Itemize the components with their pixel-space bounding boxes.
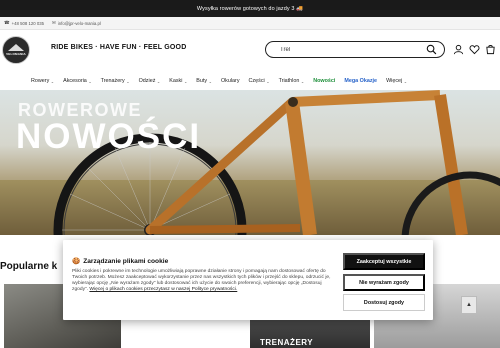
hero-banner[interactable]: ROWEROWE NOWOŚCI bbox=[0, 90, 500, 235]
header: VELOMANIA RIDE BIKES · HAVE FUN · FEEL G… bbox=[0, 30, 500, 70]
user-icon[interactable] bbox=[453, 44, 464, 55]
nav-item-czesci[interactable]: Części ⌄ bbox=[249, 78, 270, 84]
cart-icon[interactable] bbox=[485, 44, 496, 55]
nav-item-odziez[interactable]: Odzież ⌄ bbox=[139, 78, 161, 84]
nav-label: Więcej bbox=[386, 78, 403, 84]
cookie-title: 🍪 Zarządzanie plikami cookie bbox=[72, 257, 169, 266]
nav-label: Odzież bbox=[138, 78, 156, 84]
announcement-bar: Wysyłka rowerów gotowych do jazdy 3 🚚 bbox=[0, 0, 500, 17]
search-icon[interactable] bbox=[426, 44, 437, 55]
nav-item-trenazery[interactable]: Trenażery ⌄ bbox=[101, 78, 130, 84]
nav-label: Akcesoria bbox=[63, 78, 87, 84]
logo-text: VELOMANIA bbox=[6, 52, 26, 56]
chevron-down-icon: ⌄ bbox=[183, 78, 188, 84]
nav-item-nowosci[interactable]: Nowości bbox=[313, 78, 335, 84]
contact-bar: ☎ +48 508 120 035 ✉ info@jpr-velo-mania.… bbox=[0, 17, 500, 30]
email-link[interactable]: ✉ info@jpr-velo-mania.pl bbox=[52, 20, 101, 26]
search-input[interactable] bbox=[280, 46, 420, 53]
chevron-down-icon: ⌄ bbox=[156, 78, 161, 84]
nav-label: Rowery bbox=[31, 78, 50, 84]
nav-label: Mega Okazje bbox=[344, 78, 378, 84]
section-title-popular: Popularne k bbox=[0, 261, 58, 272]
nav-item-kaski[interactable]: Kaski ⌄ bbox=[169, 78, 187, 84]
mountain-icon bbox=[8, 44, 24, 51]
decline-button[interactable]: Nie wyrażam zgody bbox=[343, 274, 425, 291]
email-text: info@jpr-velo-mania.pl bbox=[57, 20, 101, 26]
announcement-text: Wysyłka rowerów gotowych do jazdy 3 🚚 bbox=[196, 5, 304, 12]
category-card-label: TRENAŻERY bbox=[260, 338, 314, 347]
nav-item-buty[interactable]: Buty ⌄ bbox=[196, 78, 212, 84]
slogan: RIDE BIKES · HAVE FUN · FEEL GOOD bbox=[51, 44, 187, 51]
nav-item-rowery[interactable]: Rowery ⌄ bbox=[31, 78, 54, 84]
nav-item-triathlon[interactable]: Triathlon ⌄ bbox=[279, 78, 305, 84]
nav-item-okulary[interactable]: Okulary bbox=[221, 78, 240, 84]
chevron-down-icon: ⌄ bbox=[208, 78, 212, 84]
store-logo[interactable]: VELOMANIA bbox=[2, 36, 30, 64]
nav-item-mega-okazje[interactable]: Mega Okazje bbox=[344, 78, 377, 84]
nav-label: Triathlon bbox=[278, 78, 300, 84]
customize-consent-button[interactable]: Dostosuj zgody bbox=[343, 294, 425, 311]
nav-label: Części bbox=[248, 78, 265, 84]
arrow-up-icon: ▲ bbox=[466, 302, 472, 308]
main-nav: Rowery ⌄ Akcesoria ⌄ Trenażery ⌄ Odzież ⌄ Ka… bbox=[0, 72, 500, 90]
nav-label: Nowości bbox=[313, 78, 336, 84]
mail-icon: ✉ bbox=[52, 20, 56, 25]
chevron-down-icon: ⌄ bbox=[126, 78, 130, 84]
chevron-down-icon: ⌄ bbox=[300, 78, 305, 84]
privacy-policy-link[interactable]: Więcej o plikach cookies przeczytasz w n… bbox=[89, 287, 237, 292]
chevron-down-icon: ⌄ bbox=[266, 78, 270, 84]
cookie-icon: 🍪 bbox=[72, 258, 81, 265]
nav-label: Buty bbox=[196, 78, 208, 84]
chevron-down-icon: ⌄ bbox=[50, 78, 55, 84]
nav-item-wiecej[interactable]: Więcej ⌄ bbox=[386, 78, 407, 84]
phone-icon: ☎ bbox=[4, 20, 10, 25]
accept-all-button[interactable]: Zaakceptuj wszystkie bbox=[343, 253, 425, 270]
scroll-to-top-button[interactable]: ▲ bbox=[461, 296, 477, 314]
phone-link[interactable]: ☎ +48 508 120 035 bbox=[4, 20, 44, 26]
page: Wysyłka rowerów gotowych do jazdy 3 🚚 ☎ … bbox=[0, 0, 500, 348]
cookie-body: Pliki cookies i pokrewne im technologie … bbox=[72, 269, 334, 293]
hero-title-line2: NOWOŚCI bbox=[16, 117, 202, 156]
heart-icon[interactable] bbox=[469, 44, 480, 55]
nav-label: Okulary bbox=[220, 78, 240, 84]
cookie-title-text: Zarządzanie plikami cookie bbox=[83, 257, 169, 265]
search-bar[interactable] bbox=[265, 41, 445, 58]
nav-item-akcesoria[interactable]: Akcesoria ⌄ bbox=[63, 78, 92, 84]
nav-label: Kaski bbox=[169, 78, 183, 84]
phone-text: +48 508 120 035 bbox=[11, 20, 44, 26]
chevron-down-icon: ⌄ bbox=[403, 78, 408, 84]
chevron-down-icon: ⌄ bbox=[88, 78, 92, 84]
nav-label: Trenażery bbox=[100, 78, 125, 84]
cookie-consent-modal: 🍪 Zarządzanie plikami cookie Pliki cooki… bbox=[63, 240, 433, 320]
